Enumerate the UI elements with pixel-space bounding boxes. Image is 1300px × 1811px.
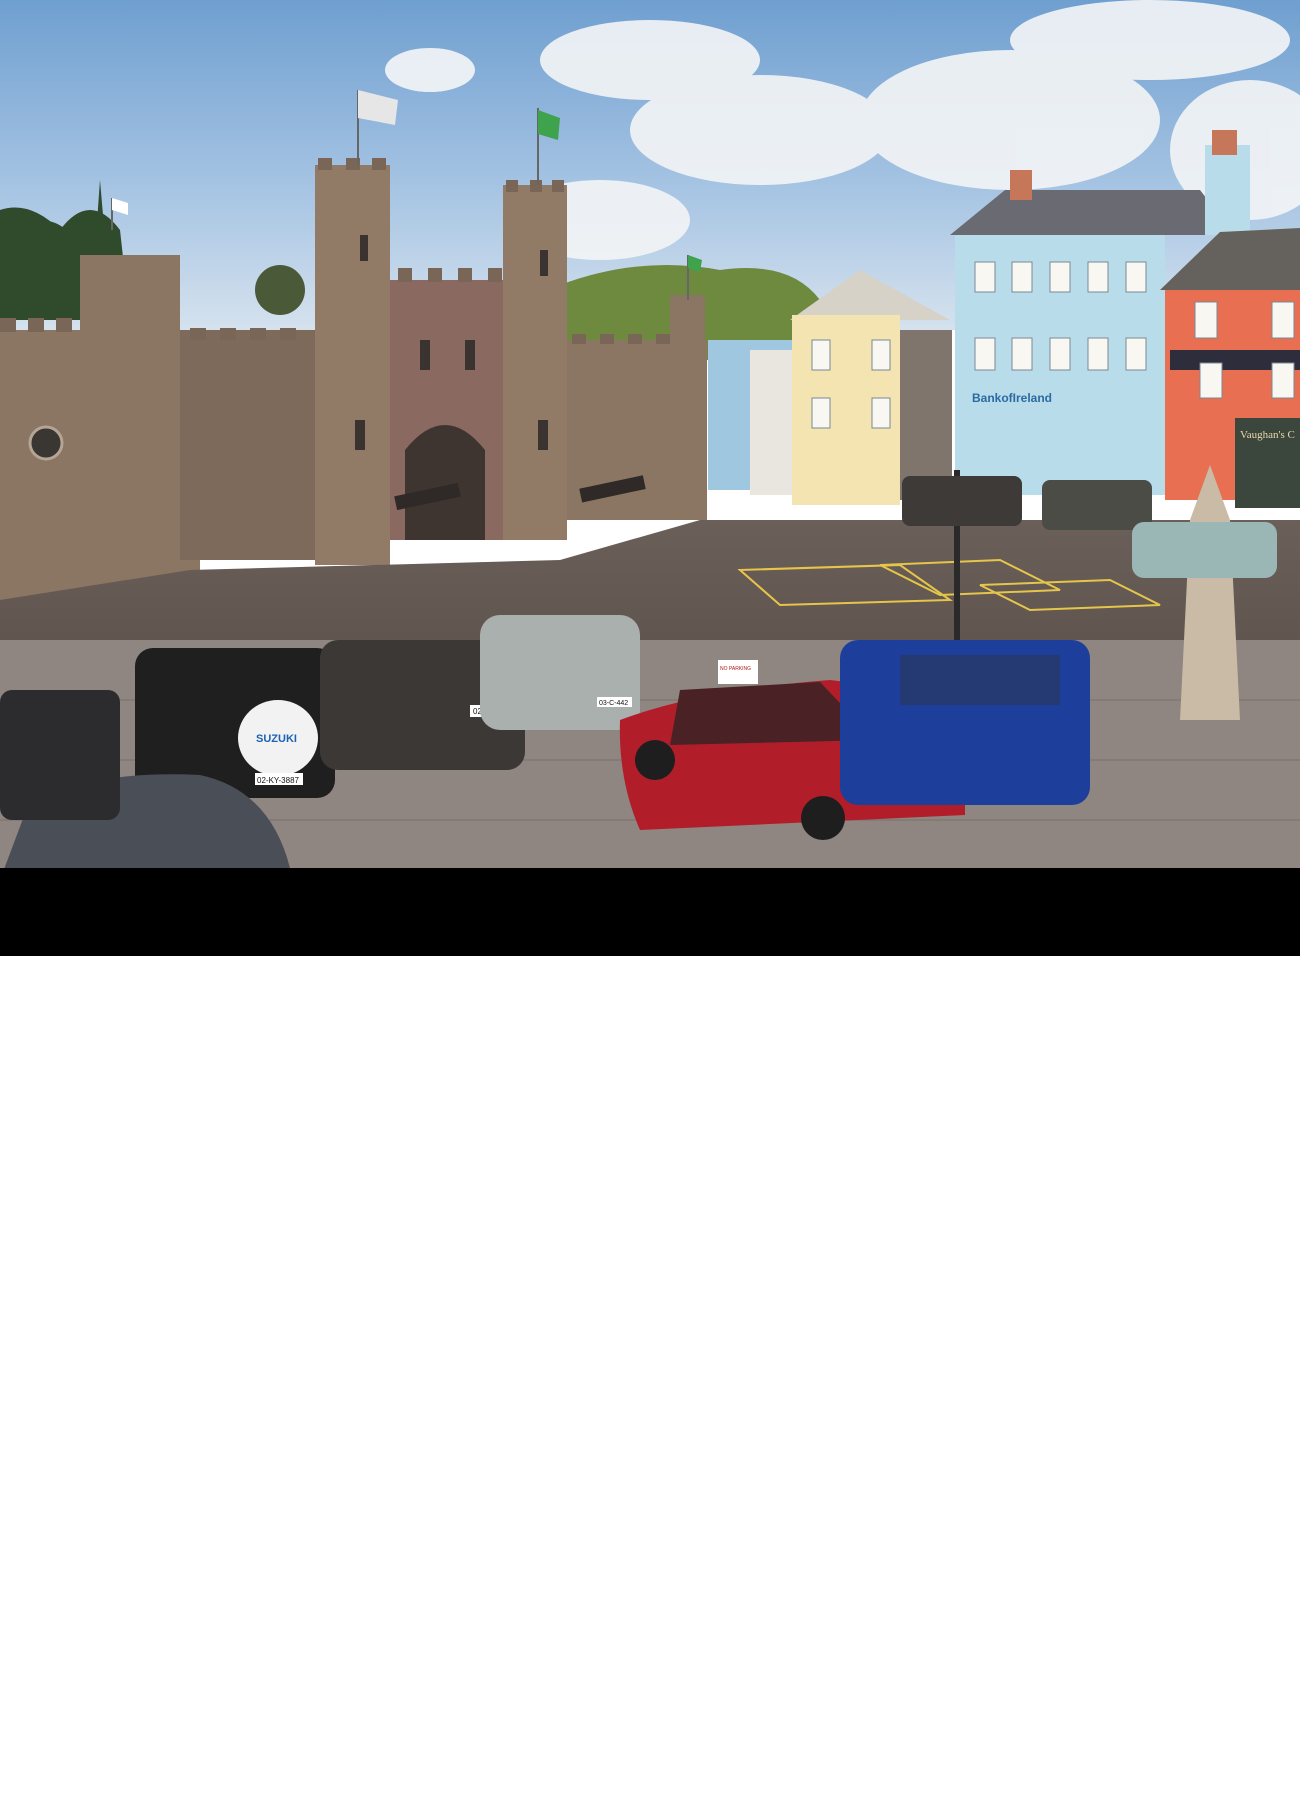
brand-name: alamy (21, 1755, 147, 1807)
svg-text:03-C-442: 03-C-442 (599, 700, 628, 707)
town-square-scene: BankofIreland Vaughan's C SUZUKI 02-KY-3… (0, 0, 1300, 868)
svg-text:SUZUKI: SUZUKI (256, 733, 297, 745)
car-left-edge (0, 690, 120, 820)
svg-text:02-KY-3887: 02-KY-3887 (257, 776, 300, 785)
photo: BankofIreland Vaughan's C SUZUKI 02-KY-3… (0, 0, 1300, 868)
site-url[interactable]: www.alamy.com (1145, 1793, 1252, 1811)
car-silver-hatch: 03-C-442 (480, 615, 640, 730)
gate-arch (405, 425, 485, 540)
distant-car (1132, 522, 1277, 578)
alamy-mark-icon (152, 1773, 175, 1799)
van-blue (840, 640, 1090, 805)
no-parking-text: NO PARKING (720, 666, 751, 672)
stock-footer: alamy CTGMFP www.alamy.com (0, 868, 1300, 1810)
no-parking-sign (718, 660, 758, 684)
brand-logo[interactable]: alamy (21, 1758, 176, 1804)
bank-sign: BankofIreland (972, 391, 1052, 405)
round-window (28, 425, 64, 461)
monument (1180, 465, 1240, 720)
dark-suv (902, 476, 1022, 526)
pickup-truck (1042, 480, 1152, 530)
image-id: CTGMFP (1145, 1772, 1209, 1789)
shop-sign: Vaughan's C (1240, 429, 1295, 441)
